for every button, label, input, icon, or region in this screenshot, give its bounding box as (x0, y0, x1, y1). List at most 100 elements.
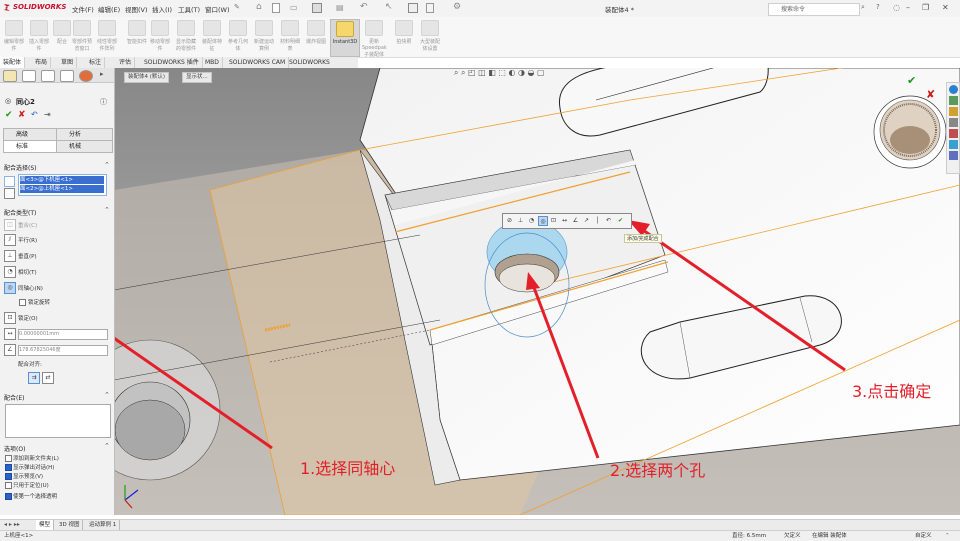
menu-edit[interactable]: 编辑(E) (98, 4, 120, 14)
feature-tree-tab-icon[interactable] (3, 70, 17, 82)
tab-3d-views[interactable]: 3D 视图 (56, 520, 84, 530)
search-input[interactable]: 搜索命令 (768, 3, 860, 16)
resources-icon[interactable] (948, 85, 958, 94)
mates-header[interactable]: 配合(E) (4, 393, 24, 402)
options-header[interactable]: 选项(O) (4, 444, 25, 453)
tab-cam[interactable]: SOLIDWORKS CAM (226, 57, 290, 68)
confirm-corner-check-icon[interactable]: ✔ (907, 74, 916, 87)
popup-angle-icon[interactable]: ∠ (571, 216, 580, 225)
view-toolbar[interactable]: ⌕ ⌕ ◰ ◫ ◧ ⬚ ◐ ◑ ◒ ▢ (454, 68, 545, 78)
lock-icon[interactable]: ⊡ (4, 312, 16, 324)
print-icon[interactable]: ▤ (336, 3, 344, 12)
lock-rotation-checkbox[interactable] (19, 299, 26, 306)
ribbon-instant3d-button[interactable]: Instant3D (330, 19, 360, 57)
ribbon-reference-geometry-button[interactable]: 参考几何体 (226, 19, 250, 55)
menu-view[interactable]: 视图(V) (125, 4, 148, 14)
undo-icon[interactable]: ↶ (360, 2, 368, 12)
positioning-only-checkbox[interactable] (5, 482, 12, 489)
tab-evaluate[interactable]: 评估 (116, 57, 136, 68)
popup-distance-icon[interactable]: ↔ (560, 216, 569, 225)
pushpin-icon[interactable]: ⇥ (44, 110, 51, 119)
show-preview-checkbox[interactable] (5, 473, 12, 480)
tab-standard[interactable]: 标准 (3, 140, 57, 153)
coincident-icon[interactable]: ◫ (4, 219, 16, 231)
help-icon[interactable]: ? (876, 3, 880, 11)
collapse-options-icon[interactable]: ⌃ (104, 442, 110, 450)
mate-tangent[interactable]: 相切(T) (18, 268, 37, 276)
open-icon[interactable]: ▭ (290, 3, 298, 12)
angle-field[interactable]: 178.67825046度 (18, 345, 108, 356)
selections-header[interactable]: 配合选择(S) (4, 163, 37, 172)
dimxpert-tab-icon[interactable] (60, 70, 74, 82)
ribbon-insert-component-button[interactable]: 插入零部件 (27, 19, 51, 55)
ribbon-show-hidden-button[interactable]: 显示隐藏的零部件 (174, 19, 198, 55)
add-to-folder-checkbox[interactable] (5, 455, 12, 462)
cancel-x-icon[interactable]: ✘ (18, 110, 26, 120)
forum-icon[interactable] (948, 151, 958, 160)
ribbon-preview-window-button[interactable]: 零部件预览窗口 (70, 19, 94, 55)
view-palette-icon[interactable] (948, 118, 958, 127)
design-library-icon[interactable] (948, 96, 958, 105)
anti-aligned-icon[interactable]: ⇄ (42, 372, 54, 384)
user-icon[interactable]: ◌ (893, 3, 900, 12)
new-document-icon[interactable] (272, 3, 280, 13)
select-icon[interactable]: ↖ (385, 2, 393, 12)
collapse-mate-types-icon[interactable]: ⌃ (104, 206, 110, 214)
pin-icon[interactable]: ✎ (234, 3, 240, 11)
parallel-icon[interactable]: ⫽ (4, 234, 16, 246)
ribbon-speedpak-button[interactable]: 更新Speedpak子装配体 (362, 19, 387, 58)
mate-perpendicular[interactable]: 垂直(P) (18, 252, 37, 260)
search-magnifier-icon[interactable]: ⌕ (861, 3, 865, 12)
mate-concentric[interactable]: 同轴心(N) (18, 284, 43, 292)
configuration-tab-icon[interactable] (41, 70, 55, 82)
show-popup-checkbox[interactable] (5, 464, 12, 471)
display-manager-tab-icon[interactable] (79, 70, 93, 82)
ribbon-exploded-view-button[interactable]: 爆炸视图 (304, 19, 328, 55)
menu-tools[interactable]: 工具(T) (178, 4, 200, 14)
ribbon-bom-button[interactable]: 材料明细表 (278, 19, 302, 55)
ribbon-smart-fasteners-button[interactable]: 智能扣件 (125, 19, 149, 55)
mate-parallel[interactable]: 平行(R) (18, 236, 37, 244)
graphics-area[interactable]: 装配体4 (默认) 显示状... ⌕ ⌕ ◰ ◫ ◧ ⬚ ◐ ◑ ◒ ▢ ✔ ✘ (114, 68, 960, 515)
menu-file[interactable]: 文件(F) (72, 4, 94, 14)
tab-addins[interactable]: SOLIDWORKS 插件 (141, 57, 203, 68)
popup-flip-icon[interactable]: ↗ (582, 216, 591, 225)
selection-item[interactable]: 面<2>@上机座<1> (20, 185, 104, 193)
tab-scroll-icon[interactable]: ◂ ▸ ▸▸ (4, 521, 20, 528)
ribbon-move-component-button[interactable]: 移动零部件 (148, 19, 172, 55)
ribbon-motion-study-button[interactable]: 新建运动算例 (252, 19, 276, 55)
tangent-icon[interactable]: ◔ (4, 266, 16, 278)
popup-undo-icon[interactable]: ↶ (604, 216, 613, 225)
viewport-breadcrumb-root[interactable]: 装配体4 (默认) (124, 72, 170, 83)
menu-insert[interactable]: 插入(I) (152, 4, 172, 14)
tab-mbd[interactable]: MBD (202, 57, 223, 68)
popup-concentric-icon[interactable]: ◎ (538, 216, 548, 226)
tab-mechanical[interactable]: 机械 (56, 140, 113, 153)
file-properties-icon[interactable] (426, 3, 434, 13)
appearances-icon[interactable] (948, 129, 958, 138)
popup-ok-check-icon[interactable]: ✔ (616, 216, 625, 225)
tabs-more-icon[interactable]: ▸ (100, 70, 104, 78)
viewport-breadcrumb-display[interactable]: 显示状... (182, 72, 212, 83)
distance-field[interactable]: 0.00000001mm (18, 329, 108, 340)
tab-layout[interactable]: 布局 (32, 57, 52, 68)
concentric-icon[interactable]: ◎ (4, 282, 16, 294)
ribbon-linear-pattern-button[interactable]: 线性零部件阵列 (95, 19, 119, 55)
tab-inspection[interactable]: SOLIDWORKS Inspection (286, 57, 358, 77)
ribbon-assembly-features-button[interactable]: 装配体特征 (200, 19, 224, 55)
menu-window[interactable]: 窗口(W) (205, 4, 230, 14)
ribbon-snapshot-button[interactable]: 拍快照 (392, 19, 416, 55)
mate-coincident[interactable]: 重合(C) (18, 221, 37, 229)
perpendicular-icon[interactable]: ⊥ (4, 250, 16, 262)
popup-perpendicular-icon[interactable]: ⊥ (516, 216, 525, 225)
cancel-corner-x-icon[interactable]: ✘ (926, 88, 935, 101)
popup-tangent-icon[interactable]: ◔ (527, 216, 536, 225)
tab-assembly[interactable]: 装配体 (0, 57, 26, 68)
multi-mate-icon[interactable] (4, 188, 15, 199)
close-icon[interactable]: ✕ (942, 3, 949, 12)
tab-motion-study[interactable]: 运动算例 1 (86, 520, 121, 530)
collapse-mates-icon[interactable]: ⌃ (104, 391, 110, 399)
mate-selections-list[interactable]: 面<3>@下机座<1> 面<2>@上机座<1> (18, 174, 107, 196)
help-icon[interactable]: ⓘ (100, 97, 107, 107)
tab-model[interactable]: 模型 (36, 520, 55, 530)
